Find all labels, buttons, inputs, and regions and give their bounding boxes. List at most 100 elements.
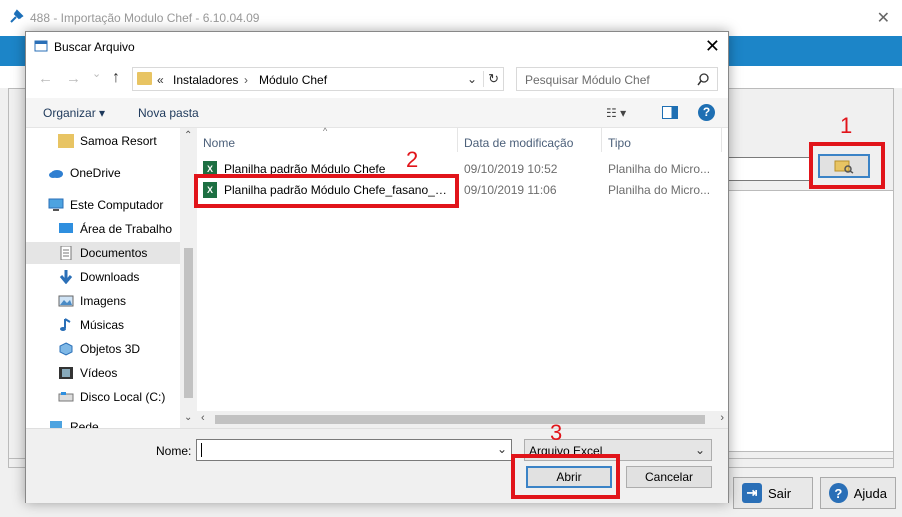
annotation-box-1: [809, 142, 885, 189]
nav-item-musicas[interactable]: Músicas: [58, 314, 124, 336]
nav-item-objetos-3d[interactable]: Objetos 3D: [58, 338, 140, 360]
app-title: 488 - Importação Modulo Chef - 6.10.04.0…: [30, 11, 260, 25]
file-date: 09/10/2019 10:52: [464, 162, 558, 176]
column-divider[interactable]: [457, 128, 458, 152]
objects3d-icon: [59, 342, 73, 356]
back-arrow-icon[interactable]: ←: [38, 70, 53, 87]
nav-item-videos[interactable]: Vídeos: [58, 362, 117, 384]
breadcrumb-overflow[interactable]: «: [157, 73, 164, 87]
view-options-icon[interactable]: ☷ ▾: [606, 106, 626, 120]
file-list-scrollbar[interactable]: ‹ ›: [197, 411, 728, 428]
column-divider[interactable]: [601, 128, 602, 152]
breadcrumb-modulo-chef[interactable]: Módulo Chef: [259, 73, 327, 87]
nav-item-label: Downloads: [80, 270, 140, 284]
dialog-close-button[interactable]: ✕: [705, 36, 720, 57]
annotation-number-1: 1: [840, 113, 853, 138]
dialog-footer: Nome: ⌄ Arquivo Excel ⌄ Abrir Cancelar: [26, 428, 728, 503]
annotation-box-3: [511, 454, 620, 499]
nav-item-label: Rede: [70, 420, 99, 428]
nav-item-imagens[interactable]: Imagens: [58, 290, 126, 312]
text-caret: [201, 443, 202, 457]
up-arrow-icon[interactable]: ↑: [112, 69, 120, 87]
search-input[interactable]: Pesquisar Módulo Chef: [516, 67, 718, 91]
pictures-icon: [58, 295, 74, 307]
documents-icon: [60, 246, 72, 260]
help-button[interactable]: ? Ajuda: [820, 477, 896, 509]
nav-item-documentos[interactable]: Documentos: [26, 242, 180, 264]
filename-dropdown-icon[interactable]: ⌄: [497, 442, 507, 456]
breadcrumb-separator: ›: [244, 73, 248, 87]
exit-label: Sair: [768, 485, 792, 501]
exit-button[interactable]: ⇥ Sair: [733, 477, 813, 509]
nav-item-rede[interactable]: Rede: [48, 416, 99, 428]
scroll-left-icon[interactable]: ‹: [201, 412, 205, 424]
desktop-icon: [59, 223, 73, 233]
column-header-type[interactable]: Tipo: [608, 136, 631, 150]
file-type: Planilha do Micro...: [608, 183, 711, 197]
annotation-number-2: 2: [406, 147, 419, 172]
nav-item-disco-local[interactable]: Disco Local (C:): [58, 386, 165, 408]
filename-label: Nome:: [156, 444, 192, 458]
nav-item-label: Área de Trabalho: [80, 222, 173, 236]
file-date: 09/10/2019 11:06: [464, 183, 557, 197]
nav-item-label: Samoa Resort: [80, 134, 157, 148]
scroll-right-icon[interactable]: ›: [720, 412, 724, 424]
nav-item-label: OneDrive: [70, 166, 121, 180]
nav-item-label: Documentos: [80, 246, 148, 260]
nav-item-label: Imagens: [80, 294, 127, 308]
app-file-path-field[interactable]: [728, 157, 810, 181]
app-content-area: [728, 190, 894, 452]
cancel-button[interactable]: Cancelar: [626, 466, 712, 488]
search-icon: [697, 73, 709, 86]
dialog-toolbar: Organizar ▾ Nova pasta ☷ ▾ ?: [26, 98, 728, 128]
refresh-icon[interactable]: ↻: [483, 71, 499, 87]
dialog-help-icon[interactable]: ?: [698, 104, 715, 121]
annotation-box-2: [194, 174, 459, 208]
network-icon: [50, 421, 62, 428]
address-dropdown-icon[interactable]: ⌄: [467, 72, 477, 86]
column-header-name[interactable]: Nome: [203, 136, 235, 150]
nav-item-label: Músicas: [80, 318, 125, 332]
scroll-thumb[interactable]: [215, 415, 705, 424]
nav-item-downloads[interactable]: Downloads: [58, 266, 139, 288]
nav-item-este-computador[interactable]: Este Computador: [48, 194, 163, 216]
download-icon: [59, 270, 73, 284]
breadcrumb-instaladores[interactable]: Instaladores: [173, 73, 238, 87]
forward-arrow-icon[interactable]: →: [66, 70, 81, 87]
column-divider[interactable]: [721, 128, 722, 152]
open-file-dialog: Buscar Arquivo ✕ ← → ⌄ ↑ « Instaladores …: [25, 31, 729, 503]
video-icon: [59, 367, 73, 379]
filename-input[interactable]: ⌄: [196, 439, 512, 461]
dialog-title-bar: Buscar Arquivo ✕: [26, 32, 728, 60]
search-placeholder: Pesquisar Módulo Chef: [525, 73, 650, 87]
navigation-scrollbar[interactable]: ⌃ ⌄: [180, 128, 197, 428]
drive-icon: [58, 392, 74, 402]
help-icon: ?: [829, 483, 848, 503]
nav-item-label: Vídeos: [80, 366, 118, 380]
dialog-icon: [34, 40, 48, 52]
scroll-down-icon[interactable]: ⌄: [184, 412, 192, 423]
music-icon: [60, 318, 71, 331]
nav-item-samoa-resort[interactable]: Samoa Resort: [58, 130, 157, 152]
preview-pane-icon[interactable]: [662, 106, 678, 119]
computer-icon: [48, 198, 64, 211]
sort-ascending-icon: ^: [323, 126, 328, 136]
new-folder-button[interactable]: Nova pasta: [138, 106, 199, 120]
help-label: Ajuda: [853, 485, 887, 501]
column-header-date[interactable]: Data de modificação: [464, 136, 573, 150]
scroll-up-icon[interactable]: ⌃: [184, 130, 192, 141]
app-close-button[interactable]: ✕: [877, 8, 890, 28]
navigation-bar: ← → ⌄ ↑ « Instaladores › Módulo Chef ⌄ ↻…: [26, 60, 728, 98]
address-bar[interactable]: « Instaladores › Módulo Chef ⌄ ↻: [132, 67, 504, 91]
nav-item-area-de-trabalho[interactable]: Área de Trabalho: [58, 218, 172, 240]
folder-icon: [137, 72, 152, 85]
organize-button[interactable]: Organizar ▾: [43, 106, 105, 120]
file-list: Nome ^ Data de modificação Tipo X Planil…: [197, 126, 728, 428]
file-type-dropdown-icon: ⌄: [694, 443, 705, 457]
scroll-thumb[interactable]: [184, 248, 193, 398]
nav-item-label: Este Computador: [70, 198, 164, 212]
nav-item-onedrive[interactable]: OneDrive: [48, 162, 121, 184]
nav-item-label: Objetos 3D: [80, 342, 141, 356]
recent-locations-icon[interactable]: ⌄: [92, 67, 101, 80]
navigation-pane: Samoa Resort OneDrive Este Computador Ár…: [26, 128, 180, 428]
